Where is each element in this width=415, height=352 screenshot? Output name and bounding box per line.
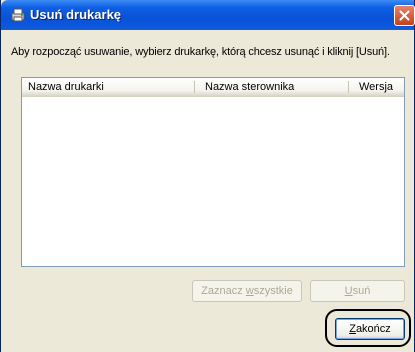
- printer-list[interactable]: Nazwa drukarki Nazwa sterownika Wersja: [21, 77, 405, 267]
- select-all-label-post: szystkie: [253, 285, 293, 297]
- delete-label-key: U: [344, 285, 353, 297]
- instruction-text: Aby rozpocząć usuwanie, wybierz drukarkę…: [11, 46, 390, 58]
- select-all-button[interactable]: Zaznacz wszystkie: [192, 280, 302, 302]
- column-separator[interactable]: [348, 81, 349, 93]
- window-title: Usuń drukarkę: [30, 7, 122, 22]
- remove-printer-dialog: Usuń drukarkę Aby rozpocząć usuwanie, wy…: [0, 0, 415, 352]
- column-separator[interactable]: [194, 81, 195, 93]
- column-header-printer-name[interactable]: Nazwa drukarki: [22, 78, 194, 96]
- title-bar[interactable]: Usuń drukarkę: [1, 0, 415, 30]
- column-header-driver-name[interactable]: Nazwa sterownika: [199, 78, 347, 96]
- column-header-version[interactable]: Wersja: [353, 78, 403, 96]
- app-icon: [11, 8, 25, 22]
- close-button[interactable]: [394, 5, 415, 26]
- select-all-label-pre: Zaznacz: [201, 285, 246, 297]
- select-all-label-key: w: [245, 285, 254, 297]
- callout-highlight: [325, 309, 411, 347]
- delete-label-post: suń: [352, 285, 371, 297]
- close-icon: [399, 10, 410, 21]
- delete-button[interactable]: Usuń: [310, 280, 405, 302]
- list-header: Nazwa drukarki Nazwa sterownika Wersja: [22, 78, 404, 97]
